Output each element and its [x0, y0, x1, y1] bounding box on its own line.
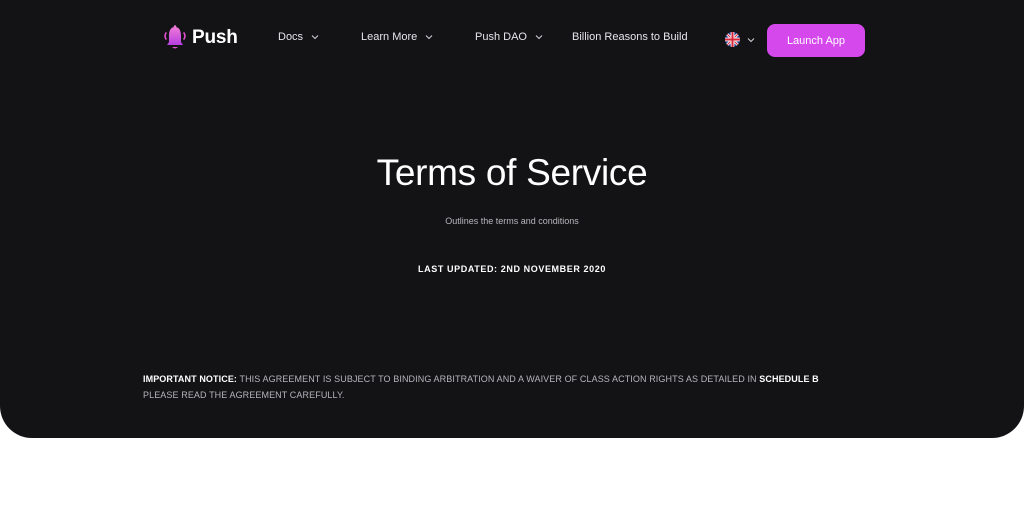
- chevron-down-icon: [311, 35, 319, 40]
- logo-text: Push: [192, 27, 238, 48]
- bell-logo-icon: [164, 25, 186, 49]
- notice-text: THIS AGREEMENT IS SUBJECT TO BINDING ARB…: [239, 374, 757, 384]
- site-header: Push Docs Learn More Push DAO Billion Re…: [0, 0, 1024, 80]
- launch-app-button[interactable]: Launch App: [767, 24, 865, 57]
- chevron-down-icon: [425, 35, 433, 40]
- nav-push-dao[interactable]: Push DAO: [475, 31, 543, 43]
- uk-flag-icon: [725, 32, 740, 47]
- notice-line-1: IMPORTANT NOTICE: THIS AGREEMENT IS SUBJ…: [143, 371, 883, 387]
- chevron-down-icon: [747, 37, 755, 42]
- nav-push-dao-label: Push DAO: [475, 31, 527, 43]
- page-subtitle: Outlines the terms and conditions: [445, 216, 579, 226]
- important-notice: IMPORTANT NOTICE: THIS AGREEMENT IS SUBJ…: [143, 371, 883, 403]
- nav-docs-label: Docs: [278, 31, 304, 43]
- schedule-b-link[interactable]: SCHEDULE B: [759, 374, 819, 384]
- nav-billion-reasons-label: Billion Reasons to Build: [572, 31, 688, 43]
- last-updated: LAST UPDATED: 2ND NOVEMBER 2020: [418, 264, 606, 274]
- page-title: Terms of Service: [376, 152, 648, 193]
- nav-docs[interactable]: Docs: [278, 31, 319, 43]
- push-logo[interactable]: Push: [162, 24, 238, 52]
- nav-billion-reasons[interactable]: Billion Reasons to Build: [572, 31, 688, 43]
- language-selector[interactable]: [725, 32, 755, 47]
- chevron-down-icon: [535, 35, 543, 40]
- hero-section: Push Docs Learn More Push DAO Billion Re…: [0, 0, 1024, 438]
- nav-learn-more-label: Learn More: [361, 31, 418, 43]
- notice-line-2: PLEASE READ THE AGREEMENT CAREFULLY.: [143, 390, 345, 400]
- notice-label: IMPORTANT NOTICE:: [143, 374, 238, 384]
- nav-learn-more[interactable]: Learn More: [361, 31, 433, 43]
